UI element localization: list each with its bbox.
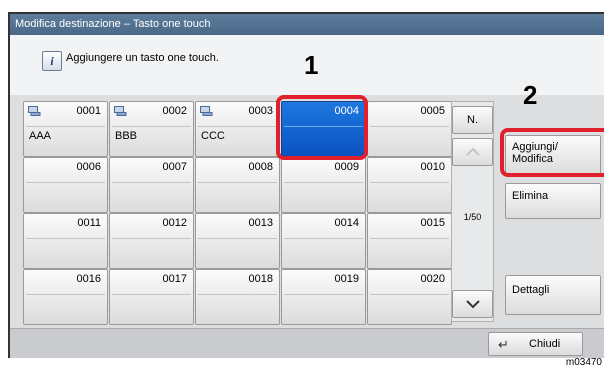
key-number: 0008	[248, 161, 273, 173]
one-touch-key[interactable]: 0017	[109, 269, 194, 325]
key-number: 0010	[420, 161, 445, 173]
chevron-down-icon	[465, 300, 480, 309]
key-number: 0011	[77, 217, 101, 229]
key-number: 0012	[162, 217, 187, 229]
one-touch-key[interactable]: 0010	[367, 157, 452, 213]
key-number: 0005	[420, 105, 445, 117]
destination-icon	[28, 106, 41, 116]
one-touch-key[interactable]: 0003 CCC	[195, 101, 280, 157]
highlight-add-edit	[500, 128, 604, 177]
key-number: 0014	[334, 217, 359, 229]
scroll-down-button[interactable]	[452, 290, 493, 318]
chevron-up-icon	[465, 147, 480, 156]
scroll-column: N. 1/50	[451, 101, 494, 322]
one-touch-key[interactable]: 0020	[367, 269, 452, 325]
key-number: 0006	[76, 161, 101, 173]
key-number: 0016	[76, 273, 101, 285]
key-label: BBB	[115, 130, 138, 142]
details-button[interactable]: Dettagli	[505, 275, 601, 315]
message-text: Aggiungere un tasto one touch.	[66, 52, 219, 64]
one-touch-key[interactable]: 0018	[195, 269, 280, 325]
highlight-key-0004	[276, 95, 368, 160]
bottom-bar: ↵ Chiudi	[10, 328, 604, 358]
one-touch-key[interactable]: 0001 AAA	[23, 101, 108, 157]
step-2-label: 2	[523, 80, 538, 110]
close-label: Chiudi	[529, 338, 561, 350]
key-label: AAA	[29, 130, 52, 142]
key-number: 0020	[420, 273, 445, 285]
one-touch-key[interactable]: 0019	[281, 269, 366, 325]
return-arrow-icon: ↵	[498, 337, 509, 352]
destination-icon	[114, 106, 127, 116]
key-number: 0007	[162, 161, 187, 173]
one-touch-key[interactable]: 0014	[281, 213, 366, 269]
image-code: m03470	[565, 357, 602, 368]
one-touch-key[interactable]: 0015	[367, 213, 452, 269]
one-touch-key[interactable]: 0009	[281, 157, 366, 213]
key-number: 0002	[162, 105, 187, 117]
close-button[interactable]: ↵ Chiudi	[488, 332, 583, 356]
one-touch-key[interactable]: 0007	[109, 157, 194, 213]
key-number: 0013	[248, 217, 273, 229]
one-touch-key[interactable]: 0002 BBB	[109, 101, 194, 157]
one-touch-key[interactable]: 0006	[23, 157, 108, 213]
key-number: 0015	[420, 217, 445, 229]
one-touch-key[interactable]: 0016	[23, 269, 108, 325]
key-number: 0009	[334, 161, 359, 173]
destination-icon	[200, 106, 213, 116]
delete-button[interactable]: Elimina	[505, 183, 601, 219]
info-icon: i	[42, 51, 62, 71]
one-touch-key[interactable]: 0011	[23, 213, 108, 269]
key-number: 0003	[248, 105, 273, 117]
one-touch-key[interactable]: 0013	[195, 213, 280, 269]
number-search-button[interactable]: N.	[452, 106, 493, 134]
scroll-up-button[interactable]	[452, 138, 493, 166]
key-number: 0019	[334, 273, 359, 285]
one-touch-key[interactable]: 0005	[367, 101, 452, 157]
key-number: 0001	[76, 105, 101, 117]
key-label: CCC	[201, 130, 225, 142]
key-number: 0018	[248, 273, 273, 285]
key-number: 0017	[162, 273, 187, 285]
one-touch-key[interactable]: 0008	[195, 157, 280, 213]
page-counter: 1/50	[463, 212, 482, 222]
window-title: Modifica destinazione – Tasto one touch	[10, 14, 604, 35]
step-1-label: 1	[304, 50, 319, 80]
one-touch-key[interactable]: 0012	[109, 213, 194, 269]
